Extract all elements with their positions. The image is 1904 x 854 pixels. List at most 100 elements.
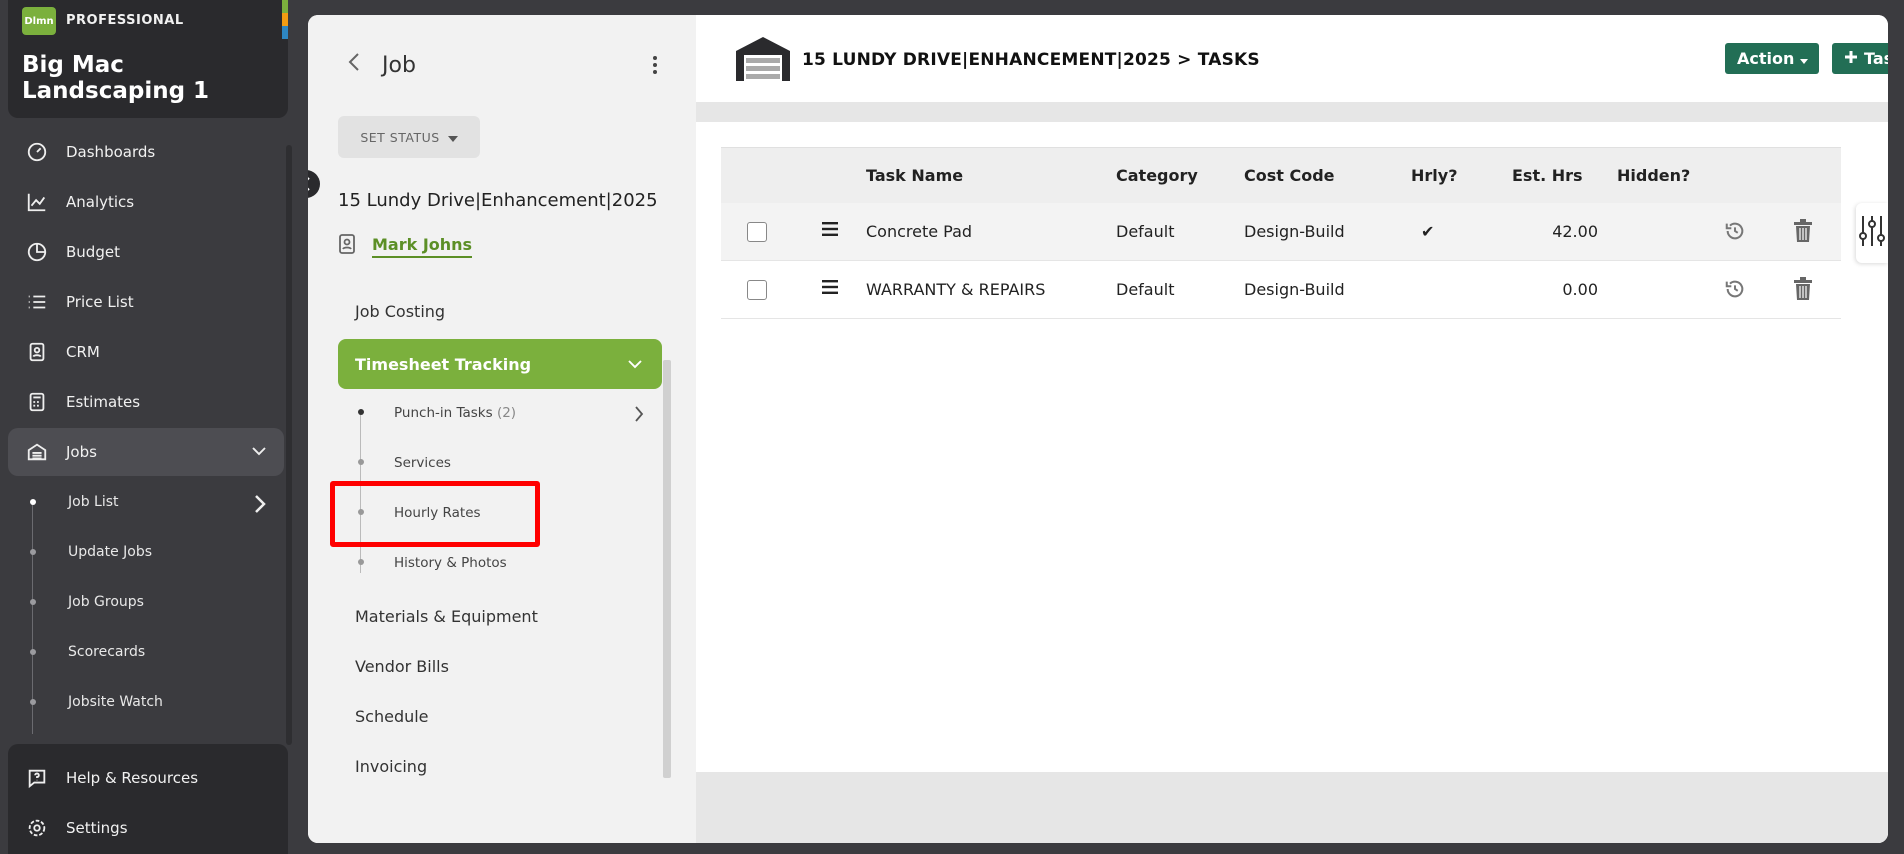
- nav-dashboards[interactable]: Dashboards: [8, 128, 284, 176]
- list-icon: [8, 291, 66, 313]
- table-row[interactable]: Concrete Pad Default Design-Build ✔ 42.0…: [721, 203, 1841, 261]
- plus-icon: [1844, 49, 1858, 68]
- menu-schedule[interactable]: Schedule: [355, 707, 429, 726]
- nav-label: Help & Resources: [66, 769, 199, 787]
- row-checkbox[interactable]: [747, 221, 767, 242]
- history-icon[interactable]: [1724, 278, 1746, 304]
- nav-job-groups[interactable]: Job Groups: [68, 594, 144, 610]
- nav-jobsite-watch[interactable]: Jobsite Watch: [68, 694, 163, 710]
- garage-icon: [734, 35, 792, 87]
- nav-label: Price List: [66, 293, 134, 311]
- task-cost-code: Design-Build: [1244, 280, 1345, 299]
- col-hidden[interactable]: Hidden?: [1617, 166, 1690, 185]
- menu-label: Timesheet Tracking: [355, 354, 532, 374]
- set-status-button[interactable]: SET STATUS: [338, 116, 480, 158]
- chevron-right-icon[interactable]: [253, 494, 267, 518]
- company-name[interactable]: Big Mac Landscaping 1: [22, 52, 282, 104]
- trash-icon[interactable]: [1793, 277, 1813, 305]
- menu-punch-in-tasks[interactable]: Punch-in Tasks (2): [394, 405, 516, 421]
- menu-services[interactable]: Services: [394, 455, 451, 471]
- kebab-menu-icon[interactable]: [652, 55, 658, 79]
- col-category[interactable]: Category: [1116, 166, 1198, 185]
- nav-settings[interactable]: Settings: [8, 804, 284, 852]
- sidebar-scrollbar[interactable]: [286, 145, 292, 745]
- bullet-dot: [30, 699, 36, 705]
- nav-job-list[interactable]: Job List: [68, 494, 119, 510]
- contact-icon: [8, 341, 66, 363]
- header-divider: [696, 102, 1888, 122]
- nav-budget[interactable]: Budget: [8, 228, 284, 276]
- drag-handle-icon[interactable]: [822, 221, 838, 240]
- bullet-dot: [30, 599, 36, 605]
- job-subnav: Job SET STATUS 15 Lundy Drive|Enhancemen…: [308, 15, 696, 843]
- nav-crm[interactable]: CRM: [8, 328, 284, 376]
- nav-price-list[interactable]: Price List: [8, 278, 284, 326]
- nav-analytics[interactable]: Analytics: [8, 178, 284, 226]
- task-name: Concrete Pad: [866, 222, 973, 241]
- menu-label: Punch-in Tasks: [394, 405, 493, 421]
- row-checkbox[interactable]: [747, 279, 767, 300]
- menu-materials-equipment[interactable]: Materials & Equipment: [355, 607, 538, 626]
- table-row[interactable]: WARRANTY & REPAIRS Default Design-Build …: [721, 261, 1841, 319]
- subnav-title: Job: [382, 52, 416, 78]
- col-task-name[interactable]: Task Name: [866, 166, 963, 185]
- tasks-content: 15 LUNDY DRIVE|ENHANCEMENT|2025 > TASKS …: [696, 15, 1888, 843]
- col-cost-code[interactable]: Cost Code: [1244, 166, 1335, 185]
- bullet-dot: [358, 459, 364, 465]
- add-task-button[interactable]: Task: [1832, 43, 1888, 74]
- drag-handle-icon[interactable]: [822, 279, 838, 298]
- annotation-highlight-box: [330, 481, 540, 547]
- nav-label: Budget: [66, 243, 120, 261]
- menu-invoicing[interactable]: Invoicing: [355, 757, 427, 776]
- content-footer: [696, 772, 1888, 843]
- nav-scorecards[interactable]: Scorecards: [68, 644, 145, 660]
- tasks-table: Task Name Category Cost Code Hrly? Est. …: [721, 147, 1841, 319]
- subnav-header: Job: [348, 52, 416, 78]
- nav-label: Dashboards: [66, 143, 156, 161]
- nav-label: Settings: [66, 819, 128, 837]
- history-icon[interactable]: [1724, 220, 1746, 246]
- action-label: Action: [1737, 49, 1795, 68]
- subnav-scrollbar[interactable]: [663, 360, 671, 778]
- dashboard-icon: [8, 141, 66, 163]
- task-category: Default: [1116, 280, 1175, 299]
- client-link[interactable]: Mark Johns: [372, 235, 473, 258]
- nav-label: Jobs: [66, 443, 97, 461]
- menu-history-photos[interactable]: History & Photos: [394, 555, 507, 571]
- caret-down-icon: [447, 130, 458, 145]
- back-chevron-icon[interactable]: [348, 52, 360, 78]
- active-dot: [30, 499, 36, 505]
- trash-icon[interactable]: [1793, 219, 1813, 247]
- brand-card: Dlmn PROFESSIONAL Big Mac Landscaping 1: [8, 0, 288, 118]
- status-strip: [282, 0, 288, 40]
- hourly-check-icon: ✔: [1421, 222, 1435, 241]
- nav-label: Analytics: [66, 193, 135, 211]
- menu-job-costing[interactable]: Job Costing: [355, 302, 445, 321]
- app-logo: Dlmn: [22, 7, 56, 35]
- col-est-hrs[interactable]: Est. Hrs: [1512, 166, 1583, 185]
- col-hourly[interactable]: Hrly?: [1411, 166, 1457, 185]
- active-dot: [358, 409, 364, 415]
- sliders-icon: [1859, 214, 1885, 252]
- task-est-hrs: 0.00: [1562, 280, 1598, 299]
- task-label: Task: [1864, 49, 1888, 68]
- nav-jobs[interactable]: Jobs: [8, 428, 284, 476]
- nav-estimates[interactable]: Estimates: [8, 378, 284, 426]
- garage-icon: [8, 441, 66, 463]
- bullet-dot: [30, 549, 36, 555]
- page-title: 15 LUNDY DRIVE|ENHANCEMENT|2025 > TASKS: [802, 50, 1260, 70]
- column-settings-button[interactable]: [1856, 203, 1888, 263]
- nav-help[interactable]: Help & Resources: [8, 754, 284, 802]
- chevron-down-icon: [626, 355, 644, 377]
- contact-card-icon: [338, 233, 356, 259]
- chevron-down-icon[interactable]: [250, 442, 268, 464]
- job-name: 15 Lundy Drive|Enhancement|2025: [338, 190, 658, 211]
- nav-update-jobs[interactable]: Update Jobs: [68, 544, 152, 560]
- chevron-right-icon[interactable]: [634, 405, 644, 427]
- main-sidebar: Dlmn PROFESSIONAL Big Mac Landscaping 1 …: [0, 0, 300, 854]
- action-button[interactable]: Action: [1725, 43, 1819, 74]
- analytics-icon: [8, 191, 66, 213]
- menu-vendor-bills[interactable]: Vendor Bills: [355, 657, 449, 676]
- menu-timesheet-tracking[interactable]: Timesheet Tracking: [338, 339, 662, 389]
- nav-label: Estimates: [66, 393, 141, 411]
